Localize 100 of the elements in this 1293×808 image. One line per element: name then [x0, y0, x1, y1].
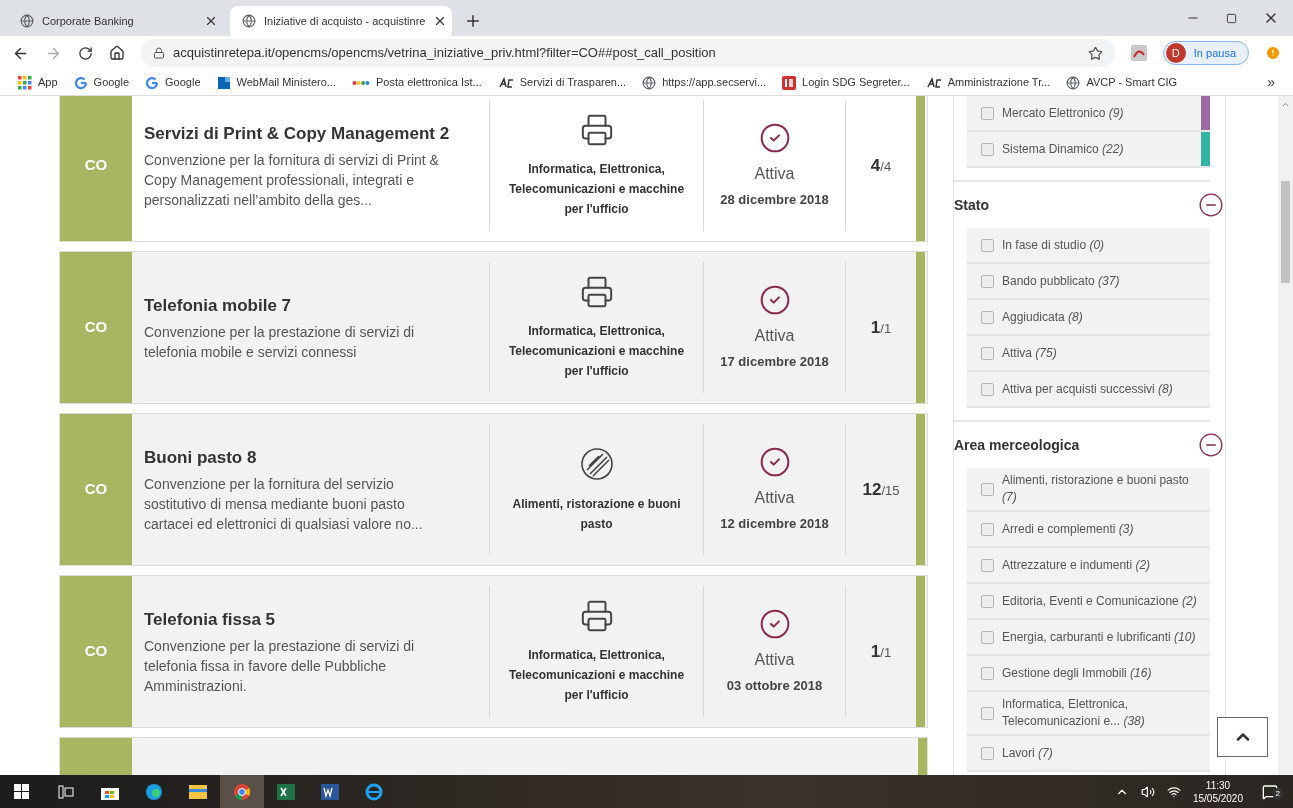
filter-item[interactable]: Informatica, Elettronica, Telecomunicazioni e... (38): [967, 692, 1210, 736]
check-circle-icon: [758, 283, 791, 316]
bookmark[interactable]: Login SDG Segreter...: [782, 74, 910, 91]
filter-item[interactable]: Editoria, Eventi e Comunicazione (2): [967, 584, 1210, 620]
filter-item[interactable]: Alimenti, ristorazione e buoni pasto (7): [967, 468, 1210, 512]
filter-label: Arredi e complementi (3): [1002, 520, 1134, 538]
filter-item[interactable]: Attiva (75): [967, 336, 1210, 372]
filter-item[interactable]: Attrezzature e indumenti (2): [967, 548, 1210, 584]
volume-icon[interactable]: [1140, 784, 1155, 799]
checkbox[interactable]: [981, 142, 994, 156]
address-bar[interactable]: acquistinretepa.it/opencms/opencms/vetrina_iniziative_priv.html?filter=CO##post_call_position: [141, 39, 1115, 67]
initiative-title[interactable]: Servizi di Print & Copy Management 2: [144, 121, 453, 146]
checkbox[interactable]: [981, 746, 994, 760]
lot-count: 1/1: [870, 316, 892, 339]
bookmark[interactable]: WebMail Ministero...: [216, 74, 336, 91]
check-circle-icon: [758, 445, 791, 478]
new-tab-icon[interactable]: [464, 12, 482, 30]
chrome-icon[interactable]: [220, 775, 264, 808]
close-icon[interactable]: [204, 14, 218, 28]
filter-label: Lavori (7): [1002, 744, 1053, 762]
filter-item[interactable]: Lavori (7): [967, 736, 1210, 772]
checkbox[interactable]: [981, 106, 994, 120]
initiative-description: Convenzione per la prestazione di servizi di telefonia mobile e servizi connessi: [144, 322, 416, 362]
filter-section-title: Area merceologica: [954, 435, 1080, 455]
more-bookmarks[interactable]: »: [1267, 72, 1275, 93]
check-circle-icon: [758, 607, 791, 640]
filter-item[interactable]: Aggiudicata (8): [967, 300, 1210, 336]
initiative-title[interactable]: Buoni pasto 8: [144, 445, 453, 470]
filter-item[interactable]: Attiva per acquisti successivi (8): [967, 372, 1210, 408]
pdf-extension-icon[interactable]: [1130, 45, 1147, 61]
bookmark[interactable]: App: [18, 74, 58, 91]
profile-button[interactable]: D In pausa: [1162, 41, 1249, 65]
initiative-card[interactable]: [59, 413, 928, 566]
scrollbar[interactable]: [1278, 96, 1293, 775]
filter-label: Sistema Dinamico (22): [1002, 140, 1124, 158]
browser-tab[interactable]: Corporate Banking: [8, 6, 230, 36]
back-to-top-button[interactable]: [1217, 717, 1268, 757]
home-icon[interactable]: [109, 45, 125, 61]
filter-item[interactable]: Energia, carburanti e lubrificanti (10): [967, 620, 1210, 656]
status-label: Attiva: [754, 325, 795, 346]
checkbox[interactable]: [981, 558, 994, 572]
checkbox[interactable]: [981, 274, 994, 288]
tab-title: Corporate Banking: [42, 13, 135, 29]
scrollbar-thumb[interactable]: [1281, 181, 1290, 283]
bookmark[interactable]: https://app.secservi...: [642, 74, 767, 91]
checkbox[interactable]: [981, 630, 994, 644]
checkbox[interactable]: [981, 666, 994, 680]
status-date: 03 ottobre 2018: [726, 676, 823, 695]
bookmark[interactable]: AVCP - Smart CIG: [1066, 74, 1178, 91]
type-label: CO: [84, 155, 108, 176]
clock-time: 11:30: [1205, 778, 1231, 792]
g-logo-icon: [73, 75, 88, 90]
filter-label: Attiva (75): [1002, 344, 1057, 362]
filter-item[interactable]: In fase di studio (0): [967, 228, 1210, 264]
checkbox[interactable]: [981, 594, 994, 608]
initiative-card[interactable]: CO Telefonia mobile 7 Convenzione per la prestazione di servizi di telefonia mobile e servizi connessi Informatica, Elettronica, Telecomunicazioni e macchine per l'ufficio Attiva 17 dicembre 2018 1/1: [59, 251, 928, 404]
reload-icon[interactable]: [78, 45, 93, 61]
bookmark[interactable]: Servizi di Trasparen...: [497, 74, 627, 91]
status-label: Attiva: [754, 487, 795, 508]
notifications-button[interactable]: 2: [1255, 783, 1285, 800]
filter-item[interactable]: Sistema Dinamico (22): [967, 132, 1210, 168]
filter-item[interactable]: Gestione degli Immobili (16): [967, 656, 1210, 692]
food-icon: [578, 445, 615, 482]
url-text: acquistinretepa.it/opencms/opencms/vetrina_iniziative_priv.html?filter=CO##post_call_position: [173, 44, 717, 63]
collapse-icon[interactable]: [1198, 432, 1224, 458]
initiative-title[interactable]: Telefonia mobile 7: [144, 293, 453, 318]
status-label: Attiva: [754, 163, 795, 184]
colored-dots-icon: [352, 78, 370, 87]
initiative-card[interactable]: [59, 96, 928, 242]
clock[interactable]: 11:30 15/05/2020: [1192, 778, 1243, 805]
checkbox[interactable]: [981, 482, 994, 496]
status-date: 12 dicembre 2018: [720, 514, 829, 533]
star-icon[interactable]: [1087, 45, 1103, 61]
scroll-up-icon[interactable]: [1281, 100, 1290, 109]
restore-icon[interactable]: [1226, 12, 1237, 24]
filter-label: Attiva per acquisti successivi (8): [1002, 380, 1173, 398]
filter-label: Informatica, Elettronica, Telecomunicazioni e... (38): [1002, 696, 1146, 730]
checkbox[interactable]: [981, 346, 994, 360]
ga-logo-icon: [925, 76, 942, 89]
wifi-icon[interactable]: [1166, 784, 1181, 799]
filter-item[interactable]: Bando pubblicato (37): [967, 264, 1210, 300]
apps-grid-icon: [18, 75, 32, 90]
checkbox[interactable]: [981, 382, 994, 396]
bookmark[interactable]: Amministrazione Tr...: [925, 74, 1051, 91]
type-label: CO: [84, 479, 108, 500]
browser-tab[interactable]: Iniziative di acquisto - acquistinre: [230, 6, 452, 36]
checkbox[interactable]: [981, 310, 994, 324]
checkbox[interactable]: [981, 238, 994, 252]
initiative-card[interactable]: [59, 575, 928, 728]
checkbox[interactable]: [981, 706, 994, 720]
status-date: 17 dicembre 2018: [720, 352, 829, 371]
bookmark[interactable]: Posta elettronica Ist...: [352, 74, 482, 91]
collapse-icon[interactable]: [1198, 192, 1224, 218]
initiative-description: Convenzione per la prestazione di servizi di telefonia fissa in favore delle Pubbliche Amministrazioni.: [144, 636, 416, 696]
filter-item[interactable]: Arredi e complementi (3): [967, 512, 1210, 548]
bookmark[interactable]: Google: [73, 74, 130, 91]
checkbox[interactable]: [981, 522, 994, 536]
filter-item[interactable]: Mercato Elettronico (9): [967, 96, 1210, 132]
initiative-title[interactable]: Telefonia fissa 5: [144, 607, 453, 632]
bookmark[interactable]: Google: [145, 74, 201, 91]
